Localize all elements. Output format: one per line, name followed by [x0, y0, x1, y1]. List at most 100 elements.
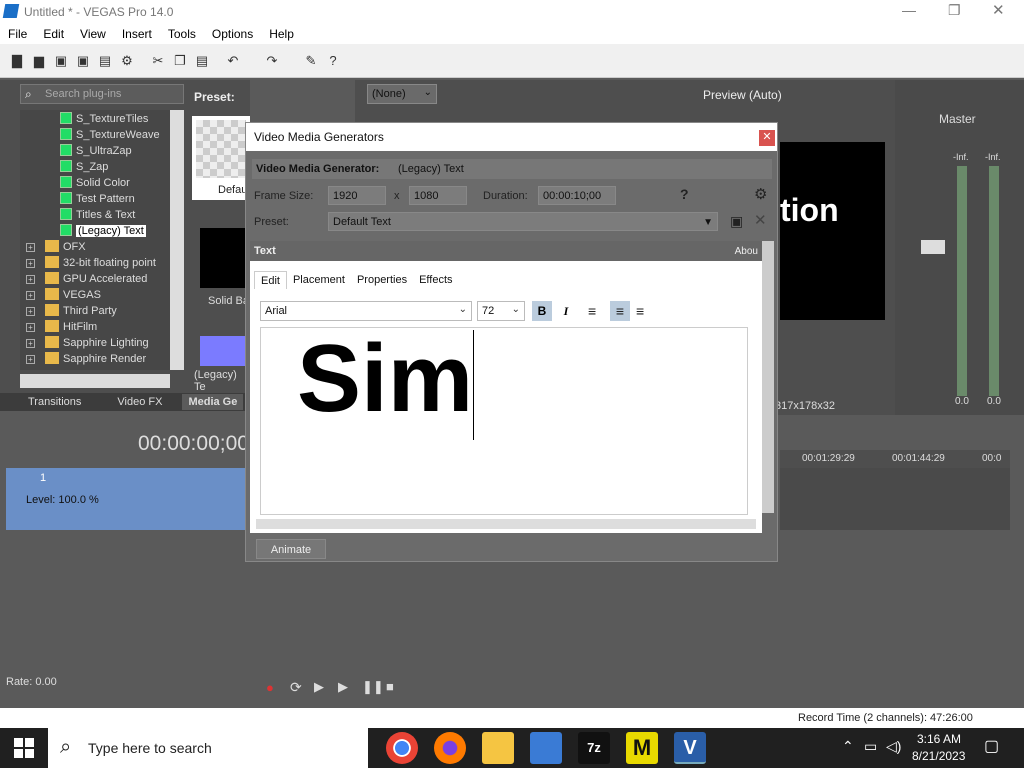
menu-edit[interactable]: Edit — [35, 27, 72, 41]
redo-icon[interactable]: ↷ — [264, 53, 280, 69]
volume-icon[interactable]: ◁) — [886, 738, 901, 755]
network-icon[interactable]: ▭ — [864, 738, 877, 755]
tab-transitions[interactable]: Transitions — [0, 396, 81, 408]
record-icon[interactable]: ● — [266, 680, 274, 695]
dialog-close-button[interactable]: ✕ — [759, 130, 775, 146]
align-center-icon[interactable]: ≡ — [610, 301, 630, 321]
maximize-button[interactable]: ❐ — [948, 2, 961, 19]
plugin-search[interactable]: ⌕ Search plug-ins — [20, 84, 184, 104]
loop-icon[interactable]: ⟳ — [290, 679, 302, 696]
font-select[interactable]: Arial ⌄ — [260, 301, 472, 321]
tree-item[interactable]: S_TextureWeave — [60, 128, 160, 144]
start-button[interactable] — [14, 738, 34, 758]
properties-icon[interactable]: ⚙ — [119, 53, 135, 69]
edit-tool-icon[interactable]: ✎ — [303, 53, 319, 69]
store-icon[interactable] — [530, 732, 562, 764]
preset-thumb[interactable]: Defau — [192, 116, 250, 200]
taskbar-search-input[interactable]: Type here to search — [88, 740, 212, 756]
play-icon[interactable]: ▶ — [338, 679, 348, 695]
pause-icon[interactable]: ❚❚ — [362, 679, 384, 695]
tree-item[interactable]: S_UltraZap — [60, 144, 132, 160]
paste-icon[interactable]: ▤ — [194, 53, 210, 69]
editor-vscrollbar[interactable] — [762, 241, 774, 513]
tree-folder[interactable]: +32-bit floating point — [26, 256, 156, 272]
tree-item[interactable]: Solid Color — [60, 176, 130, 192]
tab-properties[interactable]: Properties — [351, 271, 413, 289]
editor-hscrollbar[interactable] — [256, 519, 756, 529]
file-explorer-icon[interactable] — [482, 732, 514, 764]
fx-select[interactable]: (None) ⌄ — [367, 84, 437, 104]
tree-folder[interactable]: + VEGAS — [26, 288, 101, 304]
firefox-icon[interactable] — [434, 732, 466, 764]
open-icon[interactable]: ▆ — [31, 53, 47, 69]
help-icon[interactable]: ? — [325, 53, 341, 69]
copy-icon[interactable]: ❐ — [172, 53, 188, 69]
menu-tools[interactable]: Tools — [160, 27, 204, 41]
tree-folder[interactable]: + Third Party — [26, 304, 117, 320]
tree-item[interactable]: Titles & Text — [60, 208, 135, 224]
render-icon[interactable]: ▤ — [97, 53, 113, 69]
tree-vscrollbar[interactable] — [170, 110, 184, 370]
save-as-icon[interactable]: ▣ — [75, 53, 91, 69]
font-size-select[interactable]: 72 ⌄ — [477, 301, 525, 321]
preset-select[interactable]: Default Text ▼ — [328, 212, 718, 231]
search-input[interactable]: Search plug-ins — [45, 88, 121, 100]
notification-icon[interactable]: ▢ — [984, 736, 999, 756]
save-icon[interactable]: ▣ — [53, 53, 69, 69]
italic-button[interactable]: I — [556, 301, 576, 321]
master-fader[interactable] — [921, 240, 945, 254]
tree-folder[interactable]: + HitFilm — [26, 320, 97, 336]
menu-view[interactable]: View — [72, 27, 114, 41]
tab-media-generators[interactable]: Media Ge — [182, 394, 244, 410]
gear-icon[interactable]: ⚙ — [754, 185, 767, 203]
7zip-icon[interactable]: 7z — [578, 732, 610, 764]
bold-button[interactable]: B — [532, 301, 552, 321]
tray-chevron-icon[interactable]: ⌃ — [842, 738, 854, 755]
about-link[interactable]: Abou — [735, 246, 758, 257]
tree-hscrollbar[interactable] — [20, 374, 170, 388]
preset-thumb[interactable] — [200, 228, 250, 288]
tree-folder[interactable]: + Sapphire Lighting — [26, 336, 149, 352]
tree-item[interactable]: S_Zap — [60, 160, 108, 176]
tab-effects[interactable]: Effects — [413, 271, 458, 289]
menu-insert[interactable]: Insert — [114, 27, 160, 41]
preset-thumb[interactable] — [200, 336, 250, 366]
align-left-icon[interactable]: ≡ — [588, 303, 596, 319]
animate-button[interactable]: Animate — [256, 539, 326, 559]
frame-height-input[interactable]: 1080 — [409, 186, 467, 205]
tab-video-fx[interactable]: Video FX — [81, 396, 162, 408]
save-preset-icon[interactable]: ▣ — [730, 213, 743, 230]
vegas-movie-icon[interactable]: M — [626, 732, 658, 764]
stop-icon[interactable]: ■ — [386, 679, 394, 694]
undo-icon[interactable]: ↶ — [225, 53, 241, 69]
delete-preset-icon[interactable]: ✕ — [754, 211, 767, 229]
vegas-pro-icon[interactable]: V — [674, 732, 706, 764]
tree-item-selected[interactable]: (Legacy) Text — [60, 224, 146, 240]
cut-icon[interactable]: ✂ — [150, 53, 166, 69]
menu-help[interactable]: Help — [261, 27, 302, 41]
new-icon[interactable]: ▇ — [9, 53, 25, 69]
tree-item[interactable]: Test Pattern — [60, 192, 135, 208]
duration-input[interactable]: 00:00:10;00 — [538, 186, 616, 205]
menu-options[interactable]: Options — [204, 27, 261, 41]
minimize-button[interactable]: — — [902, 2, 916, 18]
tree-folder[interactable]: + OFX — [26, 240, 86, 256]
text-canvas[interactable]: Sim — [260, 327, 748, 515]
menu-file[interactable]: File — [0, 27, 35, 41]
help-icon[interactable]: ? — [680, 186, 689, 202]
close-button[interactable]: ✕ — [992, 1, 1005, 19]
frame-width-input[interactable]: 1920 — [328, 186, 386, 205]
chevron-down-icon: ⌄ — [423, 87, 432, 98]
play-from-start-icon[interactable]: ▶ — [314, 679, 324, 695]
align-right-icon[interactable]: ≡ — [636, 303, 644, 319]
tree-folder[interactable]: + Sapphire Render — [26, 352, 146, 368]
mode-label[interactable]: Preview (Auto) — [703, 88, 782, 102]
clock-time[interactable]: 3:16 AM — [917, 732, 961, 746]
clock-date[interactable]: 8/21/2023 — [912, 749, 965, 763]
tree-folder[interactable]: + GPU Accelerated — [26, 272, 147, 288]
tree-item[interactable]: S_TextureTiles — [60, 112, 148, 128]
tab-edit[interactable]: Edit — [254, 271, 287, 289]
tab-placement[interactable]: Placement — [287, 271, 351, 289]
taskbar-search[interactable]: ⌕ Type here to search — [48, 728, 368, 768]
chrome-icon[interactable] — [386, 732, 418, 764]
